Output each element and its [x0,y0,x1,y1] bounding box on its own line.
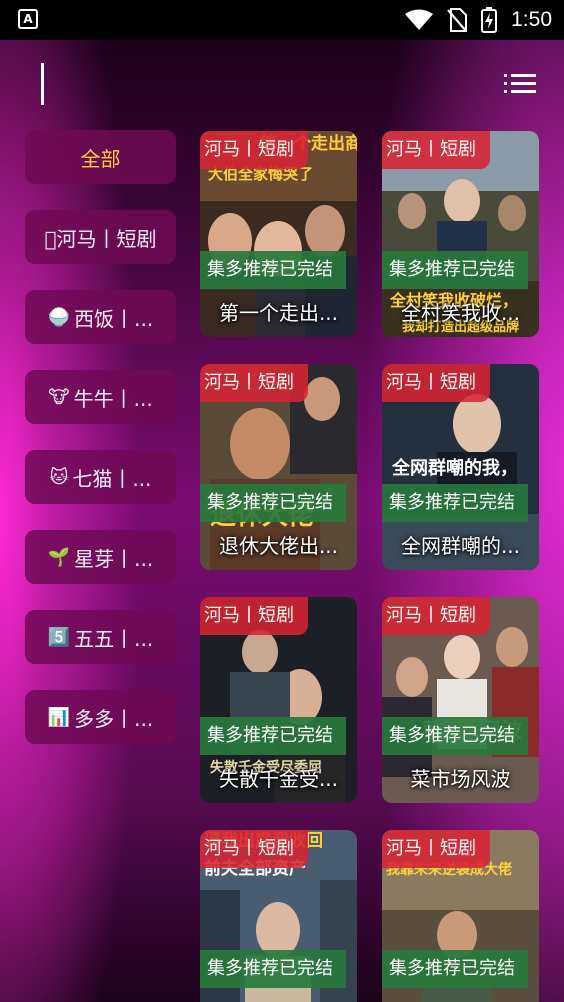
sidebar-item-qimao[interactable]: 🐱 七猫丨... [25,450,176,504]
sidebar-item-label:  河马丨短剧 [44,226,157,251]
status-badge: 集多推荐已完结 [382,251,528,289]
sidebar-item-label: 西饭丨... [74,306,154,331]
card-title: 失散千金受... [218,767,339,791]
sidebar-item-label: 星芽丨... [74,546,154,571]
list-menu-icon [504,74,536,93]
drama-card[interactable]: 全村笑我收破烂， 我却打造出超级品牌 河马丨短剧 集多推荐已完结 全村笑我收..… [382,131,539,337]
card-title: 全村笑我收... [400,301,521,325]
status-badge: 集多推荐已完结 [382,950,528,988]
sidebar-item-xifan[interactable]: 🍚 西饭丨... [25,290,176,344]
drama-card[interactable]: 逼我出庭我收回 前夫全部资产 河马丨短剧 集多推荐已完结 [200,830,357,1002]
sidebar-item-xingya[interactable]: 🌱 星芽丨... [25,530,176,584]
cow-icon: 🐮 [48,386,70,408]
status-badge: 集多推荐已完结 [200,950,346,988]
status-badge: 集多推荐已完结 [200,484,346,522]
drama-card[interactable]: 失散千金受尽委屈 河马丨短剧 集多推荐已完结 失散千金受... [200,597,357,803]
status-icons: 1:50 [405,6,552,34]
card-title: 全网群嘲的... [400,534,521,558]
cat-icon: 🐱 [49,466,69,488]
source-tag: 河马丨短剧 [382,597,490,635]
sidebar-item-label: 多多丨... [74,706,154,731]
status-badge: 集多推荐已完结 [382,717,528,755]
sidebar-item-niuniu[interactable]: 🐮 牛牛丨... [25,370,176,424]
app-badge-icon: A [18,9,38,29]
category-sidebar: 全部  河马丨短剧 🍚 西饭丨... 🐮 牛牛丨... 🐱 七猫丨... 🌱 星… [25,130,176,770]
seedling-icon: 🌱 [47,546,71,568]
source-tag: 河马丨短剧 [382,830,490,868]
text-cursor [41,63,44,105]
drama-card[interactable]: 全网群嘲的我， 河马丨短剧 集多推荐已完结 全网群嘲的... [382,364,539,570]
sidebar-item-wuwu[interactable]: 5️⃣ 五五丨... [25,610,176,664]
bar-chart-icon: 📊 [47,706,71,728]
drama-card[interactable]: 退休大佬 河马丨短剧 集多推荐已完结 退休大佬出... [200,364,357,570]
source-tag: 河马丨短剧 [200,597,308,635]
sidebar-item-label: 七猫丨... [72,466,152,491]
drama-card[interactable]: 第一个走出商场， 大伯全家悔哭了 河马丨短剧 集多推荐已完结 第一个走出... [200,131,357,337]
wifi-icon [405,9,434,30]
source-tag: 河马丨短剧 [200,364,308,402]
card-title [200,995,357,1002]
list-menu-button[interactable] [504,72,536,96]
no-sim-icon [447,8,468,32]
sidebar-item-duoduo[interactable]: 📊 多多丨... [25,690,176,744]
rice-bowl-icon: 🍚 [47,306,71,328]
card-title: 菜市场风波 [410,767,511,791]
status-badge: 集多推荐已完结 [382,484,528,522]
source-tag: 河马丨短剧 [382,364,490,402]
drama-card[interactable]: 我靠未来逆袭成大佬 河马丨短剧 集多推荐已完结 [382,830,539,1002]
card-title: 第一个走出... [218,301,339,325]
source-tag: 河马丨短剧 [200,830,308,868]
sidebar-item-hema[interactable]:  河马丨短剧 [25,210,176,264]
number-five-icon: 5️⃣ [47,626,71,648]
sidebar-item-label: 全部 [80,146,121,171]
drama-card[interactable]: 菜市场风波 河马丨短剧 集多推荐已完结 菜市场风波 [382,597,539,803]
svg-text:全网群嘲的我，: 全网群嘲的我， [391,457,518,479]
sidebar-item-label: 牛牛丨... [73,386,153,411]
card-title: 退休大佬出... [218,534,339,558]
sidebar-item-label: 五五丨... [74,626,154,651]
source-tag: 河马丨短剧 [382,131,490,169]
status-badge: 集多推荐已完结 [200,717,346,755]
status-badge: 集多推荐已完结 [200,251,346,289]
battery-charging-icon [481,7,498,33]
status-bar: A 1:50 [0,0,564,40]
card-title [382,995,539,1002]
source-tag: 河马丨短剧 [200,131,308,169]
clock-time: 1:50 [511,8,552,31]
sidebar-item-all[interactable]: 全部 [25,130,176,184]
